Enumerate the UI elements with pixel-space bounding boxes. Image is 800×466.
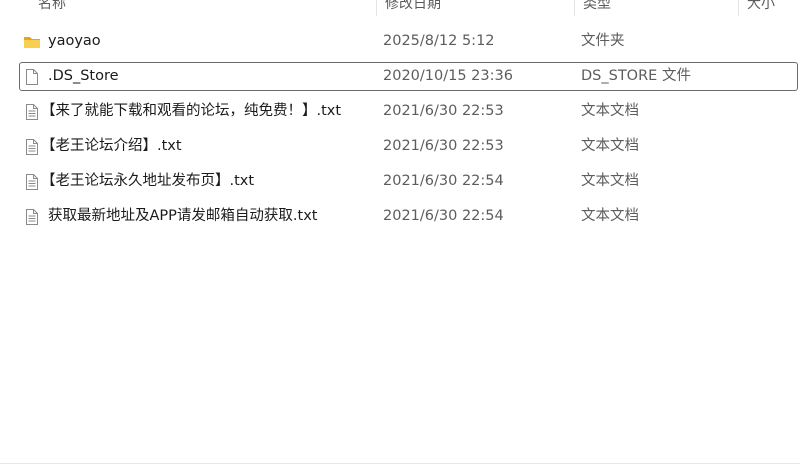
file-row[interactable]: 获取最新地址及APP请发邮箱自动获取.txt 2021/6/30 22:54 文… xyxy=(19,202,798,231)
column-header-bar: 名称 修改日期 类型 大小 xyxy=(0,0,800,16)
column-header-date[interactable]: 修改日期 xyxy=(376,0,574,16)
file-date: 2021/6/30 22:54 xyxy=(383,208,504,224)
text-file-icon xyxy=(23,208,41,226)
file-name: .DS_Store xyxy=(48,68,119,84)
file-type: 文本文档 xyxy=(581,173,639,189)
file-date: 2021/6/30 22:53 xyxy=(383,103,504,119)
file-name: yaoyao xyxy=(48,33,101,49)
file-type: 文本文档 xyxy=(581,208,639,224)
file-name: 获取最新地址及APP请发邮箱自动获取.txt xyxy=(48,208,318,224)
file-row[interactable]: 【老王论坛介绍】.txt 2021/6/30 22:53 文本文档 xyxy=(19,132,798,161)
blank-file-icon xyxy=(23,68,41,86)
file-name: 【来了就能下载和观看的论坛，纯免费！】.txt xyxy=(41,103,342,119)
file-type: DS_STORE 文件 xyxy=(581,68,691,84)
column-header-size[interactable]: 大小 xyxy=(738,0,800,16)
status-divider xyxy=(0,463,800,464)
file-date: 2025/8/12 5:12 xyxy=(383,33,495,49)
file-name: 【老王论坛永久地址发布页】.txt xyxy=(41,173,255,189)
file-type: 文本文档 xyxy=(581,138,639,154)
file-date: 2021/6/30 22:54 xyxy=(383,173,504,189)
file-row-focused[interactable]: .DS_Store 2020/10/15 23:36 DS_STORE 文件 xyxy=(19,62,798,91)
file-type: 文本文档 xyxy=(581,103,639,119)
column-header-type[interactable]: 类型 xyxy=(574,0,738,16)
file-row[interactable]: 【老王论坛永久地址发布页】.txt 2021/6/30 22:54 文本文档 xyxy=(19,167,798,196)
folder-icon xyxy=(23,33,41,51)
text-file-icon xyxy=(23,173,41,191)
text-file-icon xyxy=(23,138,41,156)
file-date: 2020/10/15 23:36 xyxy=(383,68,513,84)
file-type: 文件夹 xyxy=(581,33,625,49)
file-name: 【老王论坛介绍】.txt xyxy=(41,138,182,154)
file-date: 2021/6/30 22:53 xyxy=(383,138,504,154)
file-row[interactable]: yaoyao 2025/8/12 5:12 文件夹 xyxy=(19,27,798,56)
file-row[interactable]: 【来了就能下载和观看的论坛，纯免费！】.txt 2021/6/30 22:53 … xyxy=(19,97,798,126)
column-header-name[interactable]: 名称 xyxy=(30,0,376,16)
text-file-icon xyxy=(23,103,41,121)
